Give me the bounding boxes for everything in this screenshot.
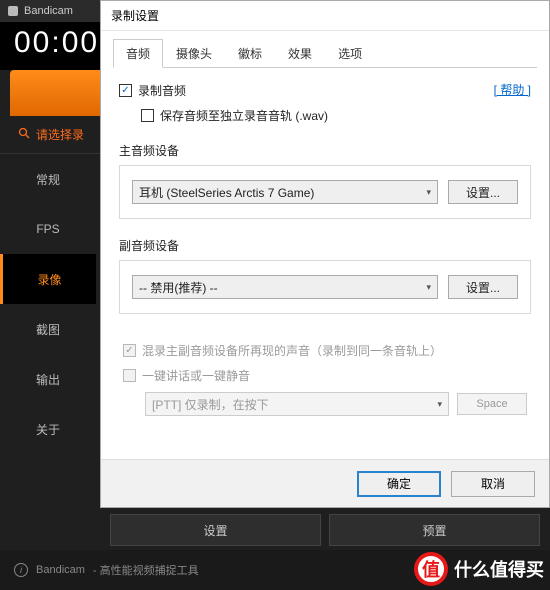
nav-video[interactable]: 录像 [0, 254, 96, 304]
cancel-button[interactable]: 取消 [451, 471, 535, 497]
status-text: - 高性能视频捕捉工具 [93, 562, 199, 578]
ok-button[interactable]: 确定 [357, 471, 441, 497]
tab-options[interactable]: 选项 [325, 39, 375, 68]
chevron-down-icon: ▾ [426, 187, 431, 198]
tab-webcam[interactable]: 摄像头 [163, 39, 225, 68]
secondary-device-select[interactable]: -- 禁用(推荐) -- ▾ [132, 275, 438, 299]
dialog-footer: 确定 取消 [101, 459, 549, 507]
dialog-body: 音频 摄像头 徽标 效果 选项 [ 帮助 ] 录制音频 保存音频至独立录音音轨 … [101, 31, 549, 459]
info-icon: i [14, 563, 28, 577]
record-audio-checkbox[interactable] [119, 84, 132, 97]
status-bar: i Bandicam - 高性能视频捕捉工具 值 什么值得买 [0, 550, 550, 590]
watermark-text: 什么值得买 [454, 556, 544, 582]
secondary-device-group: 副音频设备 -- 禁用(推荐) -- ▾ 设置... [119, 237, 531, 314]
status-app: Bandicam [36, 564, 85, 576]
watermark: 值 什么值得买 [414, 552, 544, 586]
ptt-mode-value: [PTT] 仅录制，在按下 [152, 396, 269, 413]
nav-output[interactable]: 输出 [0, 354, 96, 404]
ptt-checkbox [123, 369, 136, 382]
tab-effects[interactable]: 效果 [275, 39, 325, 68]
bottom-button-row: 设置 预置 [110, 514, 540, 546]
record-audio-label: 录制音频 [138, 82, 186, 99]
secondary-settings-button[interactable]: 设置... [448, 275, 518, 299]
dialog-title: 录制设置 [101, 1, 549, 31]
record-settings-dialog: 录制设置 音频 摄像头 徽标 效果 选项 [ 帮助 ] 录制音频 保存音频至独立… [100, 0, 550, 508]
secondary-device-value: -- 禁用(推荐) -- [139, 279, 218, 296]
nav-about[interactable]: 关于 [0, 404, 96, 454]
audio-tab-content: 录制音频 保存音频至独立录音音轨 (.wav) 主音频设备 耳机 (SteelS… [113, 68, 537, 430]
chevron-down-icon: ▾ [426, 282, 431, 293]
primary-settings-button[interactable]: 设置... [448, 180, 518, 204]
ptt-key-field: Space [457, 393, 527, 415]
secondary-device-label: 副音频设备 [119, 237, 531, 254]
extra-options: 混录主副音频设备所再现的声音（录制到同一条音轨上） 一键讲话或一键静音 [PTT… [119, 342, 531, 416]
primary-device-select[interactable]: 耳机 (SteelSeries Arctis 7 Game) ▾ [132, 180, 438, 204]
help-link[interactable]: [ 帮助 ] [494, 81, 531, 98]
mix-label: 混录主副音频设备所再现的声音（录制到同一条音轨上） [142, 342, 442, 359]
nav-general[interactable]: 常规 [0, 154, 96, 204]
app-name: Bandicam [24, 5, 73, 17]
tab-logo[interactable]: 徽标 [225, 39, 275, 68]
prompt-text: 请选择录 [36, 126, 84, 143]
search-icon [18, 127, 30, 142]
bg-preset-button[interactable]: 预置 [329, 514, 540, 546]
bg-settings-button[interactable]: 设置 [110, 514, 321, 546]
primary-device-value: 耳机 (SteelSeries Arctis 7 Game) [139, 184, 314, 201]
nav-fps[interactable]: FPS [0, 204, 96, 254]
mix-checkbox [123, 344, 136, 357]
primary-device-group: 主音频设备 耳机 (SteelSeries Arctis 7 Game) ▾ 设… [119, 142, 531, 219]
ptt-mode-select: [PTT] 仅录制，在按下 ▾ [145, 392, 449, 416]
save-wav-checkbox[interactable] [141, 109, 154, 122]
save-wav-label: 保存音频至独立录音音轨 (.wav) [160, 107, 328, 124]
tab-audio[interactable]: 音频 [113, 39, 163, 68]
tab-strip: 音频 摄像头 徽标 效果 选项 [113, 39, 537, 68]
camera-icon [8, 6, 18, 16]
primary-device-label: 主音频设备 [119, 142, 531, 159]
watermark-badge-icon: 值 [414, 552, 448, 586]
chevron-down-icon: ▾ [437, 399, 442, 410]
nav-image[interactable]: 截图 [0, 304, 96, 354]
sidebar: 常规 FPS 录像 截图 输出 关于 [0, 154, 96, 454]
ptt-label: 一键讲话或一键静音 [142, 367, 250, 384]
